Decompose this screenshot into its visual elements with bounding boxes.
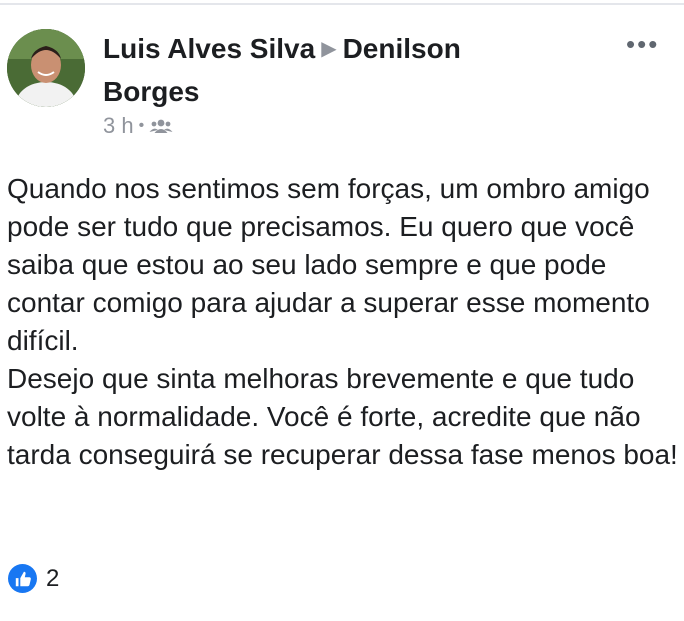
reactions-bar[interactable]: 2	[8, 564, 59, 593]
post-paragraph: Quando nos sentimos sem forças, um ombro…	[7, 173, 650, 356]
avatar[interactable]	[7, 29, 85, 107]
avatar-image	[7, 29, 85, 107]
arrow-right-icon: ▶	[321, 38, 337, 60]
like-icon	[8, 564, 37, 593]
post-header: Luis Alves Silva ▶ Denilson Borges	[103, 29, 543, 111]
separator-dot: •	[138, 117, 145, 134]
post-time[interactable]: 3 h	[103, 112, 134, 140]
post-body: Quando nos sentimos sem forças, um ombro…	[7, 170, 679, 474]
top-divider	[0, 3, 684, 5]
more-options-button[interactable]: •••	[626, 31, 668, 57]
post-meta: 3 h •	[103, 112, 173, 140]
friends-icon	[149, 119, 173, 133]
post-paragraph: Desejo que sinta melhoras brevemente e q…	[7, 363, 678, 470]
author-name[interactable]: Luis Alves Silva	[103, 33, 315, 64]
like-count[interactable]: 2	[46, 565, 59, 593]
